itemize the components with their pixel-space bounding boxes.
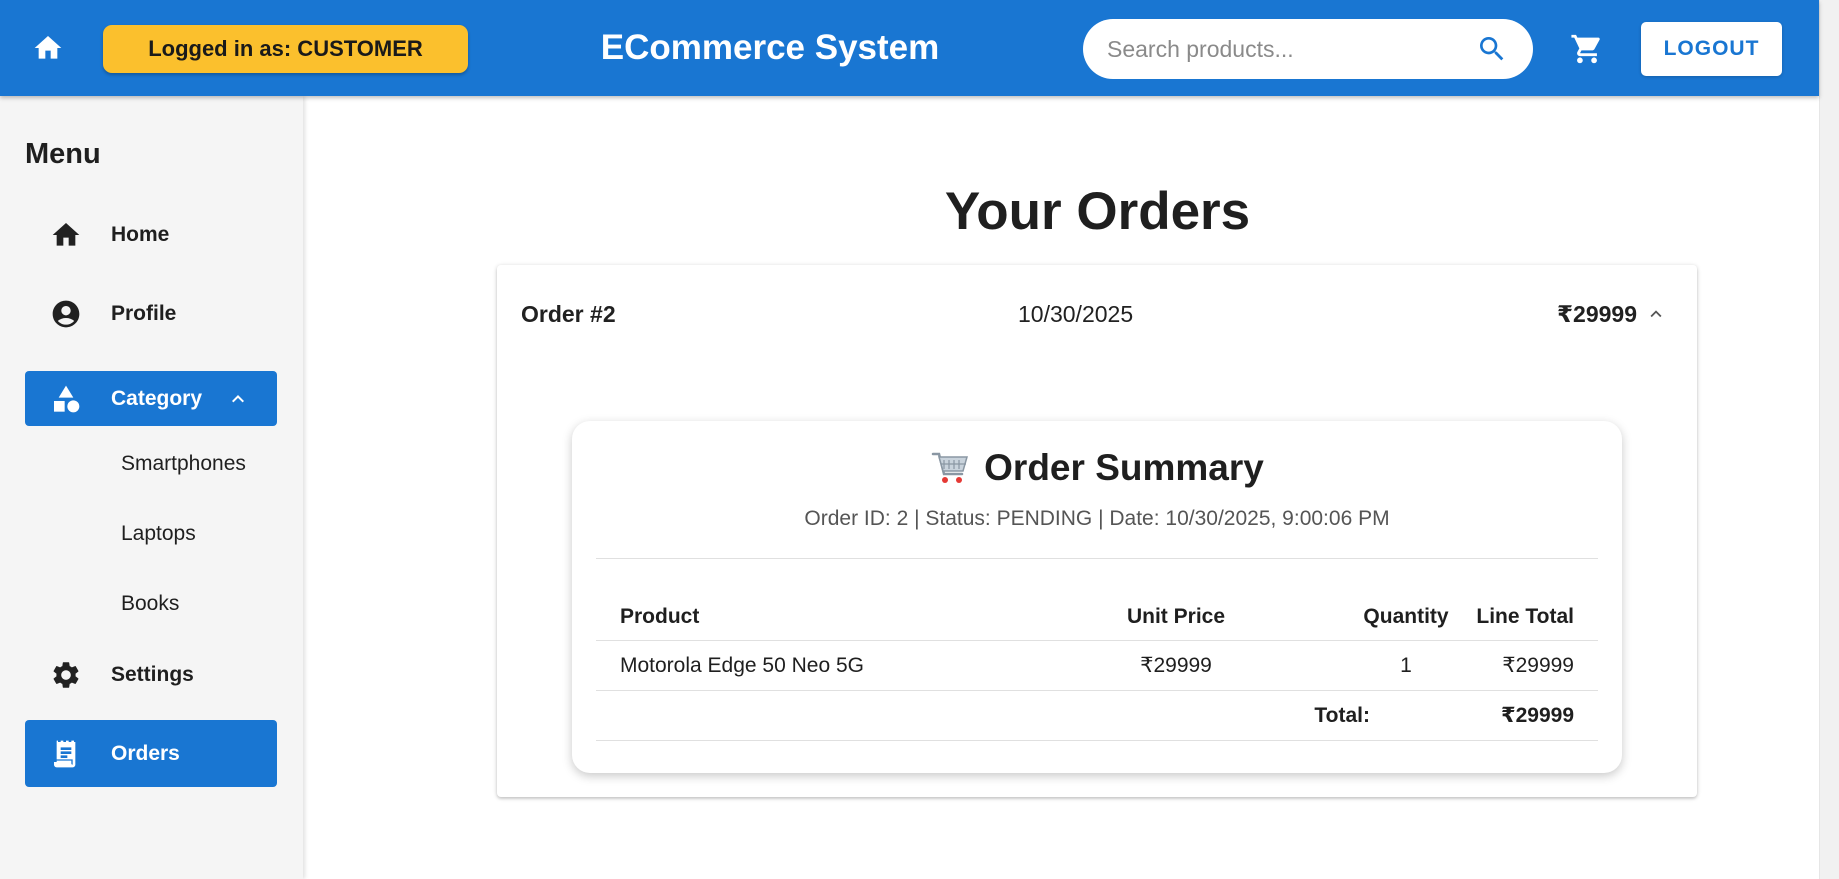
sidebar-item-profile[interactable]: Profile: [25, 287, 277, 341]
order-summary-title: Order Summary: [984, 447, 1264, 488]
column-header-unit-price: Unit Price: [1126, 604, 1226, 628]
order-date: 10/30/2025: [1018, 301, 1134, 327]
sidebar-subitem-books[interactable]: Books: [121, 592, 179, 616]
sidebar-subitem-laptops[interactable]: Laptops: [121, 522, 196, 546]
sidebar-item-settings[interactable]: Settings: [25, 648, 277, 702]
order-total: ₹29999: [1557, 301, 1637, 327]
home-button[interactable]: [26, 26, 70, 70]
unit-price-cell: ₹29999: [1140, 654, 1212, 677]
menu-title: Menu: [25, 138, 101, 170]
sidebar-item-label: Settings: [111, 663, 194, 686]
order-number[interactable]: Order #2: [521, 301, 616, 328]
column-header-product: Product: [620, 604, 700, 628]
receipt-icon: [49, 737, 83, 771]
sidebar-item-home[interactable]: Home: [25, 208, 277, 262]
line-total-cell: ₹29999: [1502, 654, 1574, 677]
search-icon[interactable]: [1475, 32, 1509, 66]
chevron-up-icon[interactable]: [1645, 303, 1667, 325]
shopping-cart-icon: [1571, 34, 1600, 64]
cart-button[interactable]: [1566, 28, 1608, 70]
column-header-line-total: Line Total: [1476, 604, 1574, 628]
page-scrollbar[interactable]: [1819, 0, 1839, 879]
app-bar: Logged in as: CUSTOMER ECommerce System …: [0, 0, 1819, 96]
page-title: Your Orders: [944, 182, 1251, 241]
app-title: ECommerce System: [600, 28, 940, 67]
category-shapes-icon: [49, 382, 83, 416]
table-total-row: Total: ₹29999: [596, 691, 1598, 741]
sidebar-item-label: Category: [111, 386, 203, 410]
table-header-row: Product Unit Price Quantity Line Total: [596, 593, 1598, 641]
home-icon: [49, 218, 83, 252]
sidebar-item-label: Home: [111, 223, 170, 246]
order-summary-meta: Order ID: 2 | Status: PENDING | Date: 10…: [804, 507, 1390, 530]
order-summary-card: Order Summary Order ID: 2 | Status: PEND…: [572, 421, 1622, 773]
divider: [596, 558, 1598, 559]
sidebar: Menu Home Profile Category Smartphones L…: [0, 96, 303, 879]
product-name-cell: Motorola Edge 50 Neo 5G: [620, 653, 864, 677]
search-input[interactable]: [1107, 35, 1475, 63]
account-circle-icon: [49, 297, 83, 331]
logout-button[interactable]: LOGOUT: [1641, 22, 1782, 76]
column-header-quantity: Quantity: [1363, 604, 1449, 628]
search-bar: [1083, 19, 1533, 79]
table-row: Motorola Edge 50 Neo 5G ₹29999 1 ₹29999: [596, 641, 1598, 691]
order-card: Order #2 10/30/2025 ₹29999 Order Summary…: [497, 265, 1697, 797]
role-badge: Logged in as: CUSTOMER: [103, 25, 468, 73]
gear-icon: [49, 658, 83, 692]
chevron-up-icon[interactable]: [226, 387, 250, 411]
total-label: Total:: [1314, 703, 1370, 727]
total-value: ₹29999: [1500, 704, 1574, 727]
home-icon: [34, 36, 62, 59]
order-summary-header: Order Summary: [572, 447, 1622, 489]
sidebar-item-orders[interactable]: Orders: [25, 720, 277, 787]
sidebar-item-label: Orders: [111, 741, 180, 765]
order-items-table: Product Unit Price Quantity Line Total M…: [596, 593, 1598, 741]
quantity-cell: 1: [1400, 653, 1412, 677]
shopping-cart-icon: [931, 452, 969, 483]
sidebar-subitem-smartphones[interactable]: Smartphones: [121, 452, 246, 476]
sidebar-item-category[interactable]: Category: [25, 371, 277, 426]
sidebar-item-label: Profile: [111, 302, 177, 325]
